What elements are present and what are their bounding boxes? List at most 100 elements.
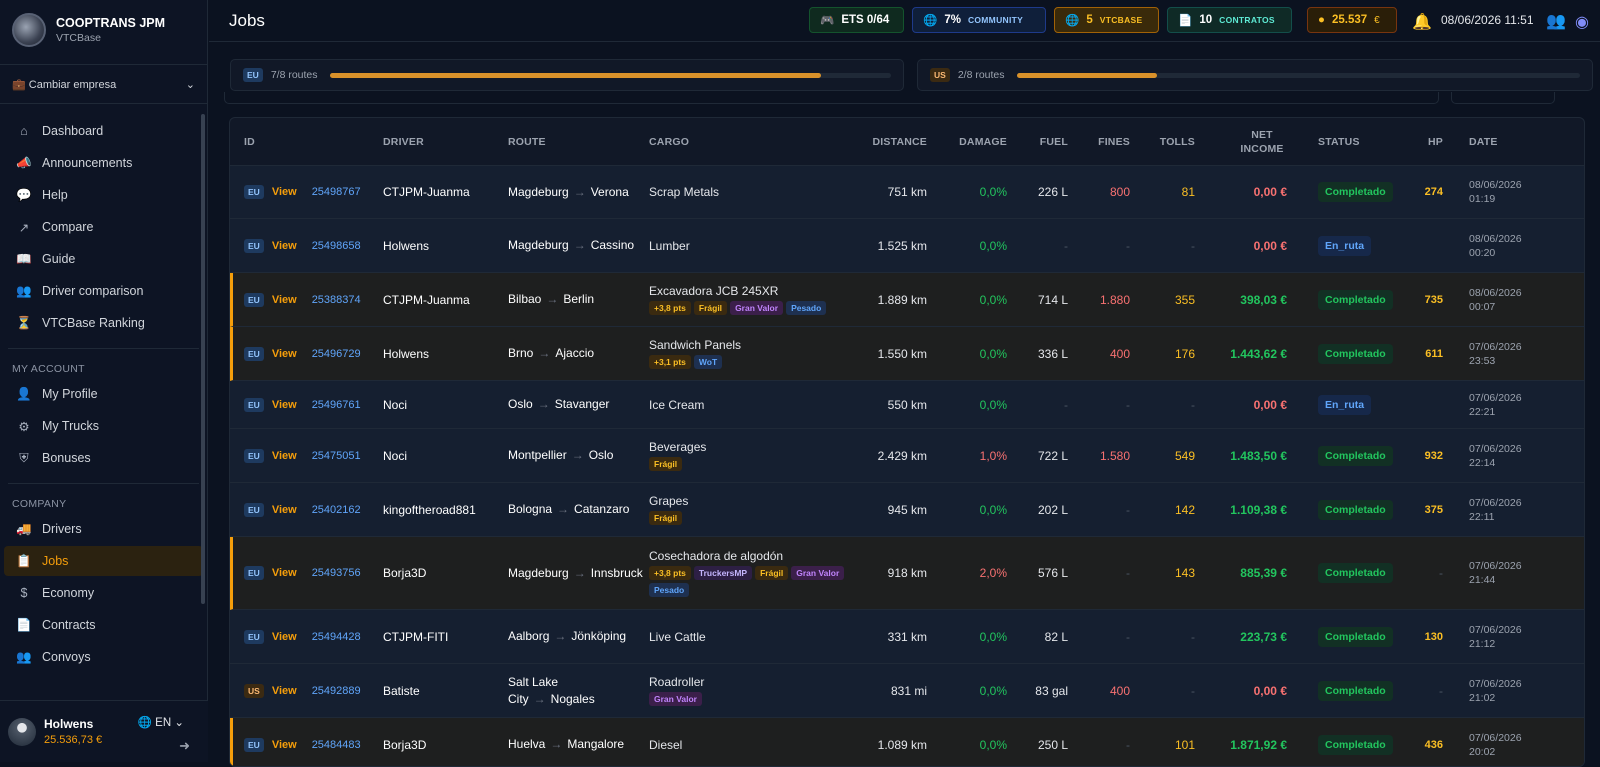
sidebar-scrollbar[interactable] [201, 114, 205, 604]
driver-name[interactable]: Batiste [383, 684, 420, 698]
driver-name[interactable]: Holwens [383, 239, 429, 253]
view-link[interactable]: View [272, 450, 297, 462]
sidebar-item-contracts[interactable]: 📄 Contracts [4, 610, 203, 640]
region-badge: US [244, 683, 264, 698]
job-id-link[interactable]: 25496761 [312, 399, 361, 411]
table-row[interactable]: EU View 25402162 kingoftheroad881 Bologna → Ca… [230, 483, 1584, 537]
sidebar-item-vtcbase-ranking[interactable]: ⏳ VTCBase Ranking [4, 308, 203, 338]
table-row[interactable]: EU View 25484483 Borja3D Huelva → Mangalore Die… [230, 718, 1584, 766]
column-header-label: DAMAGE [959, 136, 1007, 148]
cell-damage: 0,0% [930, 610, 1007, 663]
contracts-pill[interactable]: 📄 10 CONTRATOS [1167, 7, 1292, 33]
driver-name[interactable]: Borja3D [383, 738, 426, 752]
view-link[interactable]: View [272, 348, 297, 360]
community-pill[interactable]: 🌐 7% COMMUNITY [912, 7, 1046, 33]
table-row[interactable]: US View 25492889 Batiste Salt Lake City → Noga… [230, 664, 1584, 718]
column-header-driver[interactable]: DRIVER [383, 118, 503, 166]
table-row[interactable]: EU View 25496761 Noci Oslo → Stavanger Ice Crea… [230, 381, 1584, 429]
sidebar-item-drivers[interactable]: 🚚 Drivers [4, 514, 203, 544]
company-switcher[interactable]: 💼 Cambiar empresa ⌄ [0, 64, 207, 104]
view-link[interactable]: View [272, 631, 297, 643]
table-row[interactable]: EU View 25475051 Noci Montpellier → Oslo Bevera… [230, 429, 1584, 483]
view-link[interactable]: View [272, 294, 297, 306]
job-id-link[interactable]: 25498658 [312, 240, 361, 252]
driver-name[interactable]: Holwens [383, 347, 429, 361]
group-icon[interactable]: 👥 [1546, 11, 1566, 31]
job-id-link[interactable]: 25484483 [312, 739, 361, 751]
sidebar-item-my-trucks[interactable]: ⚙ My Trucks [4, 411, 203, 441]
table-row[interactable]: EU View 25494428 CTJPM-FITI Aalborg → Jönköpin… [230, 610, 1584, 664]
distance-value: 1.089 km [877, 737, 927, 752]
avatar[interactable] [8, 717, 36, 746]
sidebar-item-dashboard[interactable]: ⌂ Dashboard [4, 116, 203, 146]
driver-name[interactable]: CTJPM-Juanma [383, 293, 470, 307]
view-link[interactable]: View [272, 240, 297, 252]
logout-icon[interactable]: ➜ [179, 738, 190, 754]
view-link[interactable]: View [272, 567, 297, 579]
column-header-tolls[interactable]: TOLLS [1135, 118, 1195, 166]
topbar: Jobs 🎮 ETS 0/64 🌐 7% COMMUNITY 🌐 5 VTCBASE 📄 1… [209, 0, 1600, 42]
sidebar-item-my-profile[interactable]: 👤 My Profile [4, 379, 203, 409]
hp-value: 130 [1424, 630, 1443, 643]
column-header-status[interactable]: STATUS [1318, 118, 1398, 166]
driver-name[interactable]: Borja3D [383, 566, 426, 580]
sidebar-item-convoys[interactable]: 👥 Convoys [4, 642, 203, 672]
cell-tolls: 142 [1135, 483, 1195, 536]
column-header-hp[interactable]: HP [1398, 118, 1443, 166]
column-header-distance[interactable]: DISTANCE [850, 118, 927, 166]
balance-pill[interactable]: ● 25.537 € [1307, 7, 1397, 33]
view-link[interactable]: View [272, 399, 297, 411]
table-row[interactable]: EU View 25498767 CTJPM-Juanma Magdeburg → Vero… [230, 166, 1584, 219]
driver-name[interactable]: Noci [383, 449, 407, 463]
view-link[interactable]: View [272, 504, 297, 516]
driver-name[interactable]: Noci [383, 398, 407, 412]
column-header-damage[interactable]: DAMAGE [930, 118, 1007, 166]
cell-fines: - [1070, 610, 1130, 663]
job-id-link[interactable]: 25496729 [312, 348, 361, 360]
driver-name[interactable]: kingoftheroad881 [383, 503, 476, 517]
column-header-id[interactable]: ID [244, 118, 384, 166]
sidebar-item-bonuses[interactable]: ⛨ Bonuses [4, 443, 203, 473]
column-header-date[interactable]: DATE [1469, 118, 1569, 166]
sidebar-item-guide[interactable]: 📖 Guide [4, 244, 203, 274]
cell-income: 1.871,92 € [1200, 718, 1287, 766]
column-header-label: HP [1428, 136, 1443, 148]
job-id-link[interactable]: 25475051 [312, 450, 361, 462]
table-row[interactable]: EU View 25496729 Holwens Brno → Ajaccio Sandwic… [230, 327, 1584, 381]
sidebar-item-announcements[interactable]: 📣 Announcements [4, 148, 203, 178]
driver-name[interactable]: CTJPM-FITI [383, 630, 448, 644]
ets-pill[interactable]: 🎮 ETS 0/64 [809, 7, 904, 33]
job-id-link[interactable]: 25388374 [312, 294, 361, 306]
view-link[interactable]: View [272, 685, 297, 697]
sidebar-item-help[interactable]: 💬 Help [4, 180, 203, 210]
sidebar-item-economy[interactable]: $ Economy [4, 578, 203, 608]
column-header-fuel[interactable]: FUEL [1010, 118, 1068, 166]
user-box[interactable]: Holwens 25.536,73 € 🌐 EN ⌄ ➜ [0, 700, 208, 762]
table-row[interactable]: EU View 25388374 CTJPM-Juanma Bilbao → Berlin E… [230, 273, 1584, 327]
view-link[interactable]: View [272, 186, 297, 198]
brand[interactable]: COOPTRANS JPM VTCBase [0, 0, 207, 60]
bell-icon[interactable]: 🔔 [1412, 12, 1432, 32]
column-header-route[interactable]: ROUTE [508, 118, 646, 166]
column-header-income[interactable]: NET INCOME [1200, 118, 1287, 166]
table-row[interactable]: EU View 25498658 Holwens Magdeburg → Cassino Lu… [230, 219, 1584, 273]
column-header-fines[interactable]: FINES [1070, 118, 1130, 166]
column-header-label: FUEL [1039, 136, 1068, 148]
vtcbase-pill[interactable]: 🌐 5 VTCBASE [1054, 7, 1159, 33]
job-id-link[interactable]: 25492889 [312, 685, 361, 697]
arrow-right-icon: → [571, 448, 584, 462]
job-id-link[interactable]: 25498767 [312, 186, 361, 198]
sidebar-item-driver-comparison[interactable]: 👥 Driver comparison [4, 276, 203, 306]
cell-driver: Holwens [383, 219, 503, 272]
sidebar-item-jobs[interactable]: 📋 Jobs [4, 546, 203, 576]
language-selector[interactable]: 🌐 EN ⌄ [138, 715, 184, 729]
job-id-link[interactable]: 25402162 [312, 504, 361, 516]
sidebar-item-compare[interactable]: ↗ Compare [4, 212, 203, 242]
view-link[interactable]: View [272, 739, 297, 751]
job-id-link[interactable]: 25494428 [312, 631, 361, 643]
job-id-link[interactable]: 25493756 [312, 567, 361, 579]
table-row[interactable]: EU View 25493756 Borja3D Magdeburg → Innsbruck… [230, 537, 1584, 610]
column-header-cargo[interactable]: CARGO [649, 118, 859, 166]
discord-icon[interactable]: ◉ [1575, 12, 1589, 32]
driver-name[interactable]: CTJPM-Juanma [383, 185, 470, 199]
